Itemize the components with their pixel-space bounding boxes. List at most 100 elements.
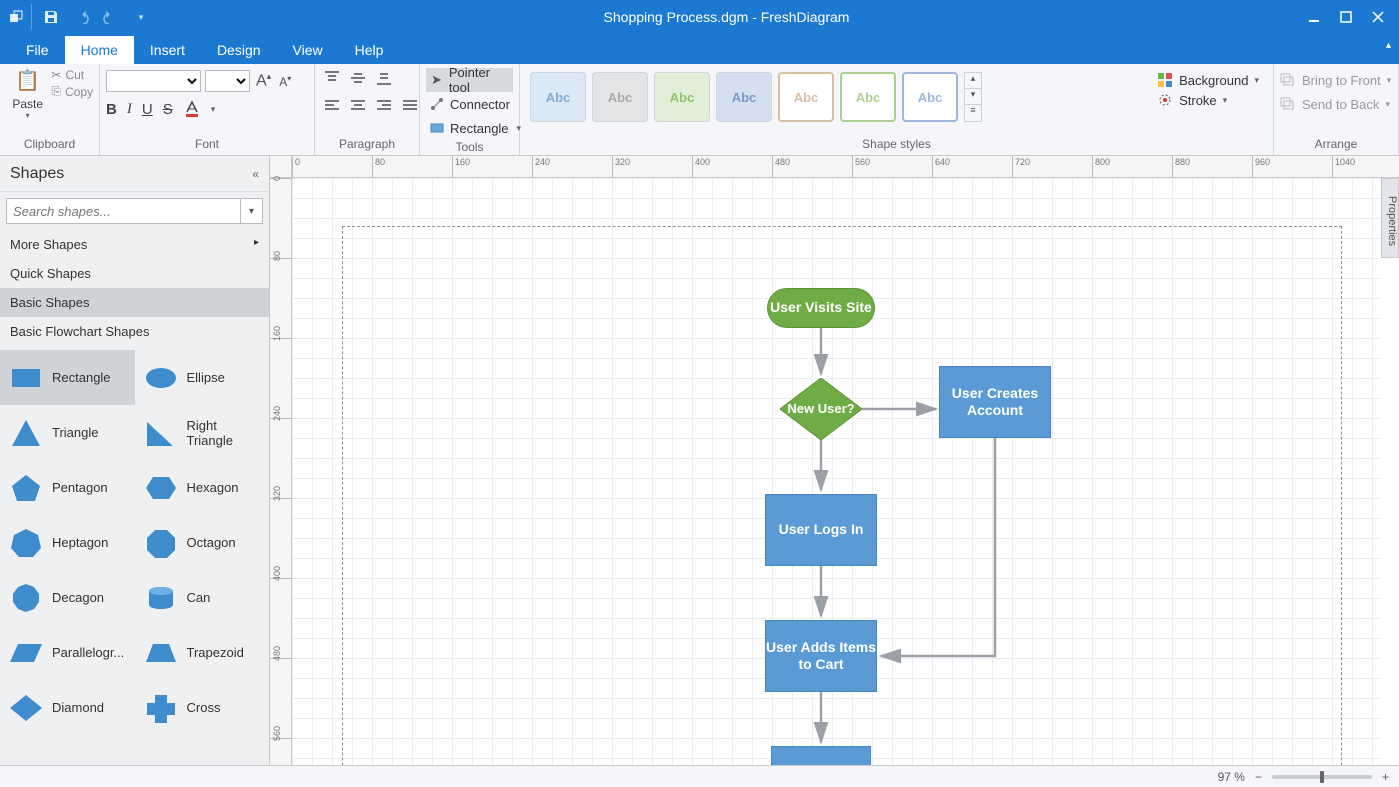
shape-item-cross[interactable]: Cross xyxy=(135,680,270,735)
style-gallery[interactable]: AbcAbcAbcAbcAbcAbcAbc xyxy=(526,68,962,126)
tab-help[interactable]: Help xyxy=(339,36,400,64)
node-new[interactable]: New User? xyxy=(780,378,862,440)
canvas-area: 0801602403204004805606407208008809601040… xyxy=(270,156,1399,765)
shape-item-diam[interactable]: Diamond xyxy=(0,680,135,735)
shape-item-ellipse[interactable]: Ellipse xyxy=(135,350,270,405)
style-thumb[interactable]: Abc xyxy=(778,72,834,122)
close-icon[interactable] xyxy=(1363,2,1393,32)
shape-item-pent[interactable]: Pentagon xyxy=(0,460,135,515)
tab-view[interactable]: View xyxy=(277,36,339,64)
paste-button[interactable]: 📋 Paste ▾ xyxy=(6,68,49,120)
justify-icon[interactable] xyxy=(399,96,421,116)
collapse-panel-icon[interactable]: « xyxy=(252,167,259,181)
italic-button[interactable]: I xyxy=(127,101,132,118)
shape-item-label: Decagon xyxy=(52,590,104,605)
gallery-scroll[interactable]: ▴▾≡ xyxy=(964,72,982,122)
redo-icon[interactable] xyxy=(98,4,124,30)
bring-front-button[interactable]: Bring to Front▾ xyxy=(1280,68,1391,92)
node-login[interactable]: User Logs In xyxy=(765,494,877,566)
canvas[interactable]: User Visits Site New User? User Creates Ac… xyxy=(292,178,1381,765)
font-color-dropdown-icon[interactable]: ▾ xyxy=(211,104,216,115)
rectangle-tool-button[interactable]: Rectangle▾ xyxy=(426,116,525,140)
style-thumb[interactable]: Abc xyxy=(716,72,772,122)
shapes-panel-header: Shapes « xyxy=(0,156,269,192)
underline-button[interactable]: U xyxy=(142,101,153,118)
node-cart[interactable]: User Adds Items to Cart xyxy=(765,620,877,692)
tab-file[interactable]: File xyxy=(10,36,65,64)
cat-more-shapes[interactable]: More Shapes▸ xyxy=(0,230,269,259)
bold-button[interactable]: B xyxy=(106,101,117,118)
stroke-button[interactable]: Stroke▾ xyxy=(1157,92,1259,108)
background-icon xyxy=(1157,72,1173,88)
properties-tab[interactable]: Properties xyxy=(1381,178,1399,258)
para-icon xyxy=(8,635,44,671)
cat-basic-shapes[interactable]: Basic Shapes xyxy=(0,288,269,317)
font-color-button[interactable] xyxy=(183,100,201,118)
connector-tool-button[interactable]: Connector xyxy=(426,92,514,116)
node-checkout[interactable] xyxy=(771,746,871,765)
node-create[interactable]: User Creates Account xyxy=(939,366,1051,438)
align-bottom-icon[interactable] xyxy=(373,68,395,88)
shape-item-hept[interactable]: Heptagon xyxy=(0,515,135,570)
font-size-select[interactable] xyxy=(205,70,250,92)
align-top-icon[interactable] xyxy=(321,68,343,88)
align-center-icon[interactable] xyxy=(347,96,369,116)
shape-item-dec[interactable]: Decagon xyxy=(0,570,135,625)
gallery-up-icon[interactable]: ▴ xyxy=(965,73,981,89)
align-left-icon[interactable] xyxy=(321,96,343,116)
font-name-select[interactable] xyxy=(106,70,201,92)
save-icon[interactable] xyxy=(38,4,64,30)
bring-front-label: Bring to Front xyxy=(1302,73,1381,88)
cat-flowchart-shapes[interactable]: Basic Flowchart Shapes xyxy=(0,317,269,346)
tab-insert[interactable]: Insert xyxy=(134,36,201,64)
align-right-icon[interactable] xyxy=(373,96,395,116)
shape-item-can[interactable]: Can xyxy=(135,570,270,625)
shape-item-trap[interactable]: Trapezoid xyxy=(135,625,270,680)
shape-item-label: Trapezoid xyxy=(187,645,244,660)
shape-item-para[interactable]: Parallelogr... xyxy=(0,625,135,680)
search-input[interactable] xyxy=(7,199,240,223)
qat-dropdown-icon[interactable]: ▾ xyxy=(128,4,154,30)
decrease-font-icon[interactable]: A▾ xyxy=(279,74,291,89)
zoom-in-icon[interactable]: + xyxy=(1382,770,1389,784)
strike-button[interactable]: S xyxy=(163,101,173,118)
cat-quick-shapes[interactable]: Quick Shapes xyxy=(0,259,269,288)
cut-label: Cut xyxy=(65,68,84,82)
style-thumb[interactable]: Abc xyxy=(840,72,896,122)
ruler-corner xyxy=(270,156,292,178)
background-button[interactable]: Background▾ xyxy=(1157,72,1259,88)
shape-item-label: Diamond xyxy=(52,700,104,715)
gallery-more-icon[interactable]: ≡ xyxy=(965,105,981,121)
style-thumb[interactable]: Abc xyxy=(530,72,586,122)
copy-button[interactable]: ⎘Copy xyxy=(51,84,93,99)
zoom-out-icon[interactable]: − xyxy=(1255,770,1262,784)
undo-icon[interactable] xyxy=(68,4,94,30)
vertical-ruler: 080160240320400480560 xyxy=(270,178,292,765)
cat-more-label: More Shapes xyxy=(10,237,87,252)
shape-item-label: Can xyxy=(187,590,211,605)
style-thumb[interactable]: Abc xyxy=(654,72,710,122)
maximize-icon[interactable] xyxy=(1331,2,1361,32)
tab-design[interactable]: Design xyxy=(201,36,277,64)
shape-item-tri[interactable]: Triangle xyxy=(0,405,135,460)
increase-font-icon[interactable]: A▴ xyxy=(256,71,271,90)
shape-item-oct[interactable]: Octagon xyxy=(135,515,270,570)
cut-button[interactable]: ✂Cut xyxy=(51,68,93,82)
shape-item-rtri[interactable]: Right Triangle xyxy=(135,405,270,460)
zoom-slider[interactable] xyxy=(1272,775,1372,779)
align-middle-icon[interactable] xyxy=(347,68,369,88)
tab-home[interactable]: Home xyxy=(65,36,134,64)
minimize-icon[interactable] xyxy=(1299,2,1329,32)
app-icon[interactable] xyxy=(6,4,32,30)
style-thumb[interactable]: Abc xyxy=(592,72,648,122)
collapse-ribbon-icon[interactable]: ▴ xyxy=(1386,40,1391,51)
send-back-button[interactable]: Send to Back▾ xyxy=(1280,92,1390,116)
pointer-tool-button[interactable]: ➤Pointer tool xyxy=(426,68,513,92)
node-visit[interactable]: User Visits Site xyxy=(767,288,875,328)
stroke-icon xyxy=(1157,92,1173,108)
shape-item-rect[interactable]: Rectangle xyxy=(0,350,135,405)
style-thumb[interactable]: Abc xyxy=(902,72,958,122)
search-dropdown-icon[interactable]: ▾ xyxy=(240,199,262,223)
shape-item-hex[interactable]: Hexagon xyxy=(135,460,270,515)
gallery-down-icon[interactable]: ▾ xyxy=(965,89,981,105)
